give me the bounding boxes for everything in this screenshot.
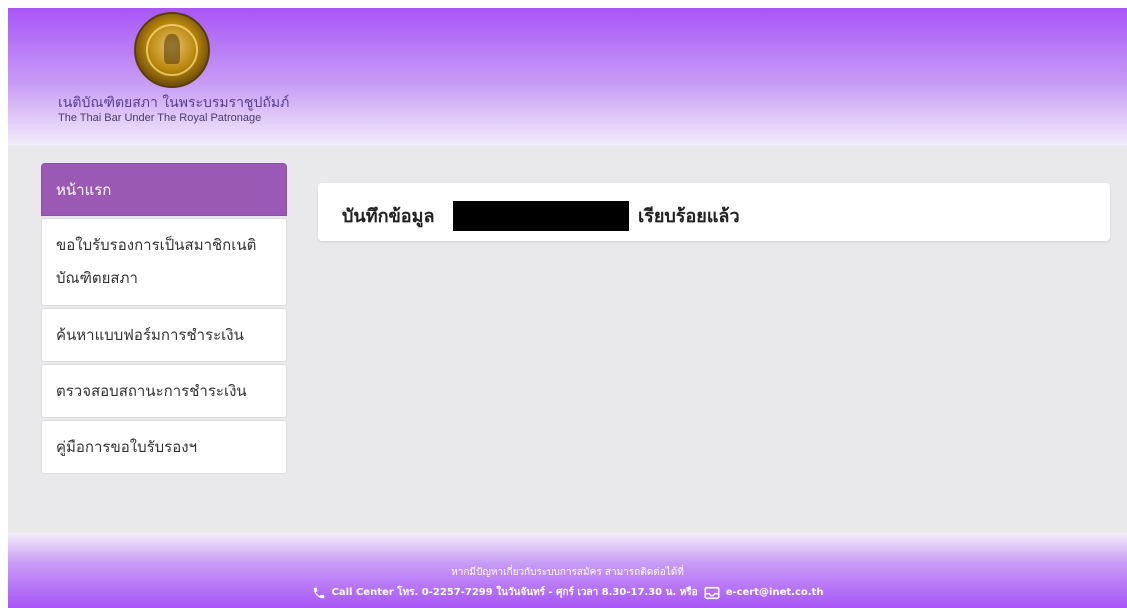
email-link[interactable]: e-cert@inet.co.th: [726, 587, 824, 598]
sidebar-item-request-certificate[interactable]: ขอใบรับรองการเป็นสมาชิกเนติบัณฑิตยสภา: [41, 218, 287, 306]
sidebar-item-label: คู่มือการขอใบรับรองฯ: [56, 438, 197, 456]
main-content-area: หน้าแรก ขอใบรับรองการเป็นสมาชิกเนติบัณฑิ…: [8, 145, 1127, 533]
site-header: เนติบัณฑิตยสภา ในพระบรมราชูปถัมภ์ The Th…: [8, 8, 1127, 145]
call-center-text: Call Center โทร. 0-2257-7299 ในวันจันทร์…: [331, 587, 698, 598]
redacted-block: [453, 201, 629, 231]
message-suffix: เรียบร้อยแล้ว: [638, 206, 740, 227]
sidebar-item-label: ขอใบรับรองการเป็นสมาชิกเนติบัณฑิตยสภา: [56, 236, 257, 287]
org-name-thai: เนติบัณฑิตยสภา ในพระบรมราชูปถัมภ์: [58, 95, 290, 111]
sidebar-item-search-payment-form[interactable]: ค้นหาแบบฟอร์มการชำระเงิน: [41, 308, 287, 362]
sidebar-item-check-payment-status[interactable]: ตรวจสอบสถานะการชำระเงิน: [41, 364, 287, 418]
sidebar-item-home[interactable]: หน้าแรก: [41, 163, 287, 216]
footer-help-text: หากมีปัญหาเกี่ยวกับระบบการสมัคร สามารถติ…: [451, 567, 684, 578]
site-footer: หากมีปัญหาเกี่ยวกับระบบการสมัคร สามารถติ…: [8, 533, 1127, 608]
sidebar-item-manual[interactable]: คู่มือการขอใบรับรองฯ: [41, 420, 287, 474]
success-message-panel: บันทึกข้อมูล เรียบร้อยแล้ว: [318, 183, 1110, 241]
phone-icon: [312, 586, 326, 600]
sidebar-item-label: ค้นหาแบบฟอร์มการชำระเงิน: [56, 326, 244, 344]
thai-bar-seal-logo: [134, 12, 210, 88]
org-name-english: The Thai Bar Under The Royal Patronage: [58, 112, 262, 124]
sidebar-item-label: หน้าแรก: [56, 180, 112, 199]
sidebar-menu: หน้าแรก ขอใบรับรองการเป็นสมาชิกเนติบัณฑิ…: [41, 163, 287, 476]
inbox-icon: [704, 586, 720, 600]
message-prefix: บันทึกข้อมูล: [342, 206, 435, 227]
sidebar-item-label: ตรวจสอบสถานะการชำระเงิน: [56, 382, 247, 400]
footer-contact-line: Call Center โทร. 0-2257-7299 ในวันจันทร์…: [8, 585, 1127, 600]
